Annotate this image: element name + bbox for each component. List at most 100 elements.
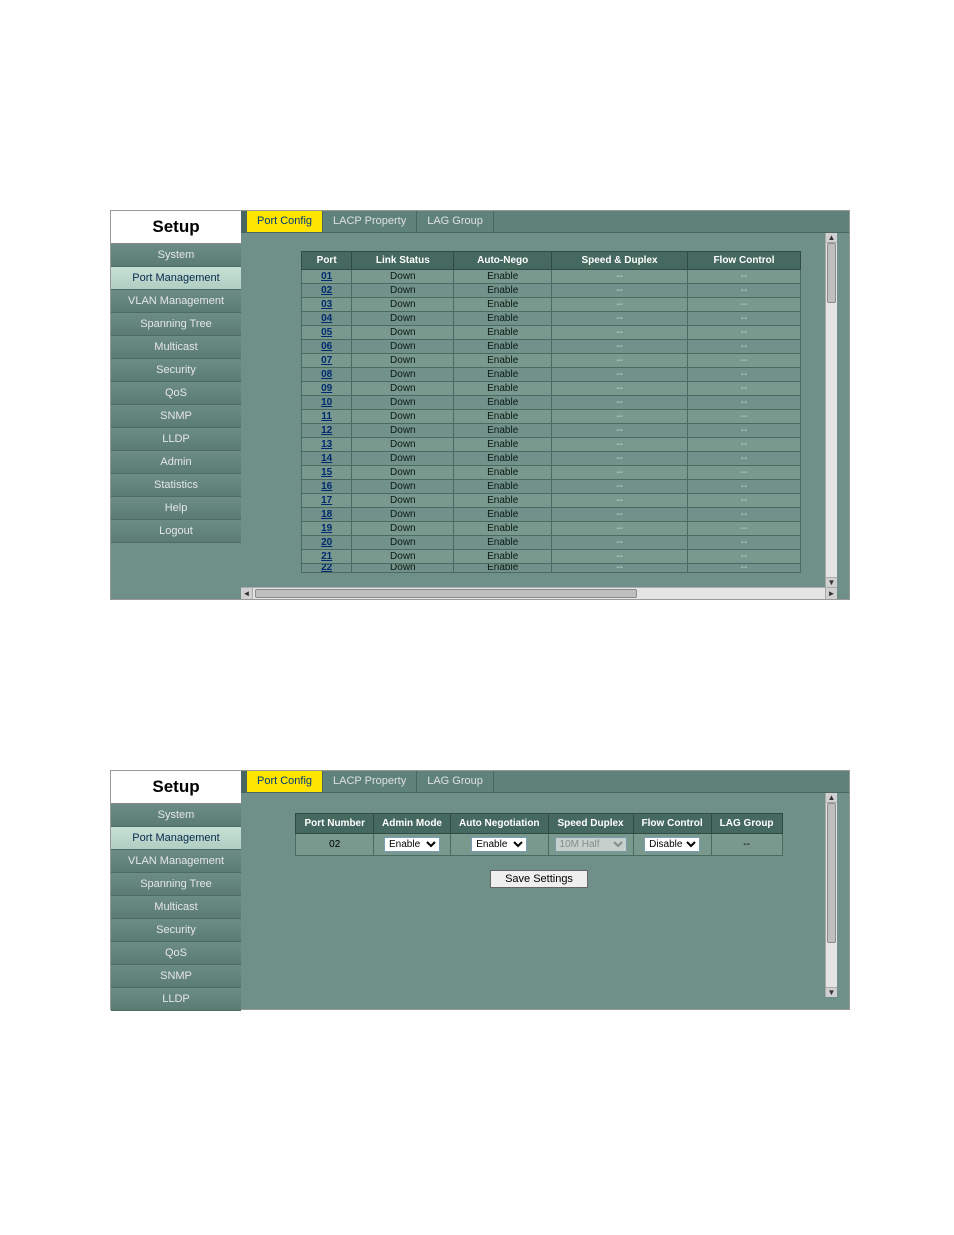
port-link[interactable]: 12 <box>321 425 332 436</box>
scroll-up-arrow-icon[interactable]: ▲ <box>826 233 837 243</box>
scroll-right-arrow-icon[interactable]: ► <box>825 588 837 599</box>
cell: -- <box>687 354 800 368</box>
sidebar-item-port-management[interactable]: Port Management <box>111 267 241 290</box>
sidebar-item-multicast[interactable]: Multicast <box>111 896 241 919</box>
cell: Down <box>352 312 454 326</box>
port-link[interactable]: 08 <box>321 369 332 380</box>
port-link[interactable]: 10 <box>321 397 332 408</box>
port-link[interactable]: 20 <box>321 537 332 548</box>
cell: Down <box>352 410 454 424</box>
col-header: Auto Negotiation <box>451 814 549 834</box>
sidebar-item-snmp[interactable]: SNMP <box>111 405 241 428</box>
cell: -- <box>552 564 688 573</box>
port-link[interactable]: 11 <box>321 411 332 422</box>
auto-negotiation-select[interactable]: EnableDisable <box>471 837 527 852</box>
port-link[interactable]: 06 <box>321 341 332 352</box>
sidebar-item-system[interactable]: System <box>111 804 241 827</box>
cell: Down <box>352 438 454 452</box>
sidebar-item-qos[interactable]: QoS <box>111 382 241 405</box>
table-row: 19DownEnable---- <box>302 522 801 536</box>
cell: Enable <box>454 452 552 466</box>
port-status-table: PortLink StatusAuto-NegoSpeed & DuplexFl… <box>301 251 801 573</box>
sidebar-item-logout[interactable]: Logout <box>111 520 241 543</box>
port-link[interactable]: 02 <box>321 285 332 296</box>
scroll-down-arrow-icon[interactable]: ▼ <box>826 987 837 997</box>
port-link[interactable]: 03 <box>321 299 332 310</box>
cell: Enable <box>454 298 552 312</box>
port-link[interactable]: 01 <box>321 271 332 282</box>
sidebar-item-port-management[interactable]: Port Management <box>111 827 241 850</box>
sidebar-item-system[interactable]: System <box>111 244 241 267</box>
port-number-cell: 02 <box>296 834 374 856</box>
cell: -- <box>552 438 688 452</box>
hscroll-thumb[interactable] <box>255 589 637 598</box>
vertical-scrollbar[interactable]: ▲ ▼ <box>825 793 837 997</box>
scroll-left-arrow-icon[interactable]: ◄ <box>241 588 253 599</box>
sidebar-title: Setup <box>111 211 241 244</box>
cell: -- <box>687 284 800 298</box>
port-link[interactable]: 22 <box>321 564 332 573</box>
sidebar-item-snmp[interactable]: SNMP <box>111 965 241 988</box>
sidebar-item-multicast[interactable]: Multicast <box>111 336 241 359</box>
sidebar-item-vlan-management[interactable]: VLAN Management <box>111 290 241 313</box>
cell: 11 <box>302 410 352 424</box>
horizontal-scrollbar[interactable]: ◄ ► <box>241 587 837 599</box>
sidebar-item-vlan-management[interactable]: VLAN Management <box>111 850 241 873</box>
cell: -- <box>687 270 800 284</box>
sidebar-item-security[interactable]: Security <box>111 359 241 382</box>
sidebar-item-security[interactable]: Security <box>111 919 241 942</box>
port-link[interactable]: 05 <box>321 327 332 338</box>
port-link[interactable]: 19 <box>321 523 332 534</box>
port-link[interactable]: 15 <box>321 467 332 478</box>
table-row: 12DownEnable---- <box>302 424 801 438</box>
scroll-down-arrow-icon[interactable]: ▼ <box>826 577 837 587</box>
cell: Enable <box>454 494 552 508</box>
port-link[interactable]: 09 <box>321 383 332 394</box>
cell: -- <box>687 564 800 573</box>
tab-port-config[interactable]: Port Config <box>247 771 323 792</box>
cell: Down <box>352 340 454 354</box>
flow-control-select[interactable]: EnableDisable <box>644 837 700 852</box>
port-link[interactable]: 14 <box>321 453 332 464</box>
cell: Down <box>352 564 454 573</box>
port-link[interactable]: 16 <box>321 481 332 492</box>
sidebar-item-statistics[interactable]: Statistics <box>111 474 241 497</box>
sidebar-item-lldp[interactable]: LLDP <box>111 428 241 451</box>
tab-port-config[interactable]: Port Config <box>247 211 323 232</box>
cell: -- <box>687 326 800 340</box>
cell: -- <box>687 536 800 550</box>
sidebar-item-spanning-tree[interactable]: Spanning Tree <box>111 873 241 896</box>
tab-lag-group[interactable]: LAG Group <box>417 771 494 792</box>
sidebar-item-spanning-tree[interactable]: Spanning Tree <box>111 313 241 336</box>
tab-lacp-property[interactable]: LACP Property <box>323 771 417 792</box>
admin-mode-select[interactable]: EnableDisable <box>384 837 440 852</box>
port-link[interactable]: 17 <box>321 495 332 506</box>
sidebar-item-qos[interactable]: QoS <box>111 942 241 965</box>
port-link[interactable]: 07 <box>321 355 332 366</box>
cell: Enable <box>454 354 552 368</box>
sidebar-item-admin[interactable]: Admin <box>111 451 241 474</box>
scroll-thumb[interactable] <box>827 803 836 943</box>
cell: 12 <box>302 424 352 438</box>
scroll-thumb[interactable] <box>827 243 836 303</box>
save-settings-button[interactable]: Save Settings <box>490 870 588 888</box>
speed-duplex-select[interactable]: 10M Half10M Full100M Half100M Full1000M … <box>555 837 627 852</box>
port-link[interactable]: 18 <box>321 509 332 520</box>
tab-lag-group[interactable]: LAG Group <box>417 211 494 232</box>
vertical-scrollbar[interactable]: ▲ ▼ <box>825 233 837 587</box>
sidebar-item-help[interactable]: Help <box>111 497 241 520</box>
sidebar-item-lldp[interactable]: LLDP <box>111 988 241 1011</box>
cell: Enable <box>454 382 552 396</box>
cell: -- <box>687 508 800 522</box>
cell: Enable <box>454 564 552 573</box>
port-link[interactable]: 04 <box>321 313 332 324</box>
cell: 01 <box>302 270 352 284</box>
table-row: 05DownEnable---- <box>302 326 801 340</box>
port-link[interactable]: 21 <box>321 551 332 562</box>
cell: Enable <box>454 466 552 480</box>
table-row: 09DownEnable---- <box>302 382 801 396</box>
cell: 02 <box>302 284 352 298</box>
port-link[interactable]: 13 <box>321 439 332 450</box>
tab-lacp-property[interactable]: LACP Property <box>323 211 417 232</box>
scroll-up-arrow-icon[interactable]: ▲ <box>826 793 837 803</box>
